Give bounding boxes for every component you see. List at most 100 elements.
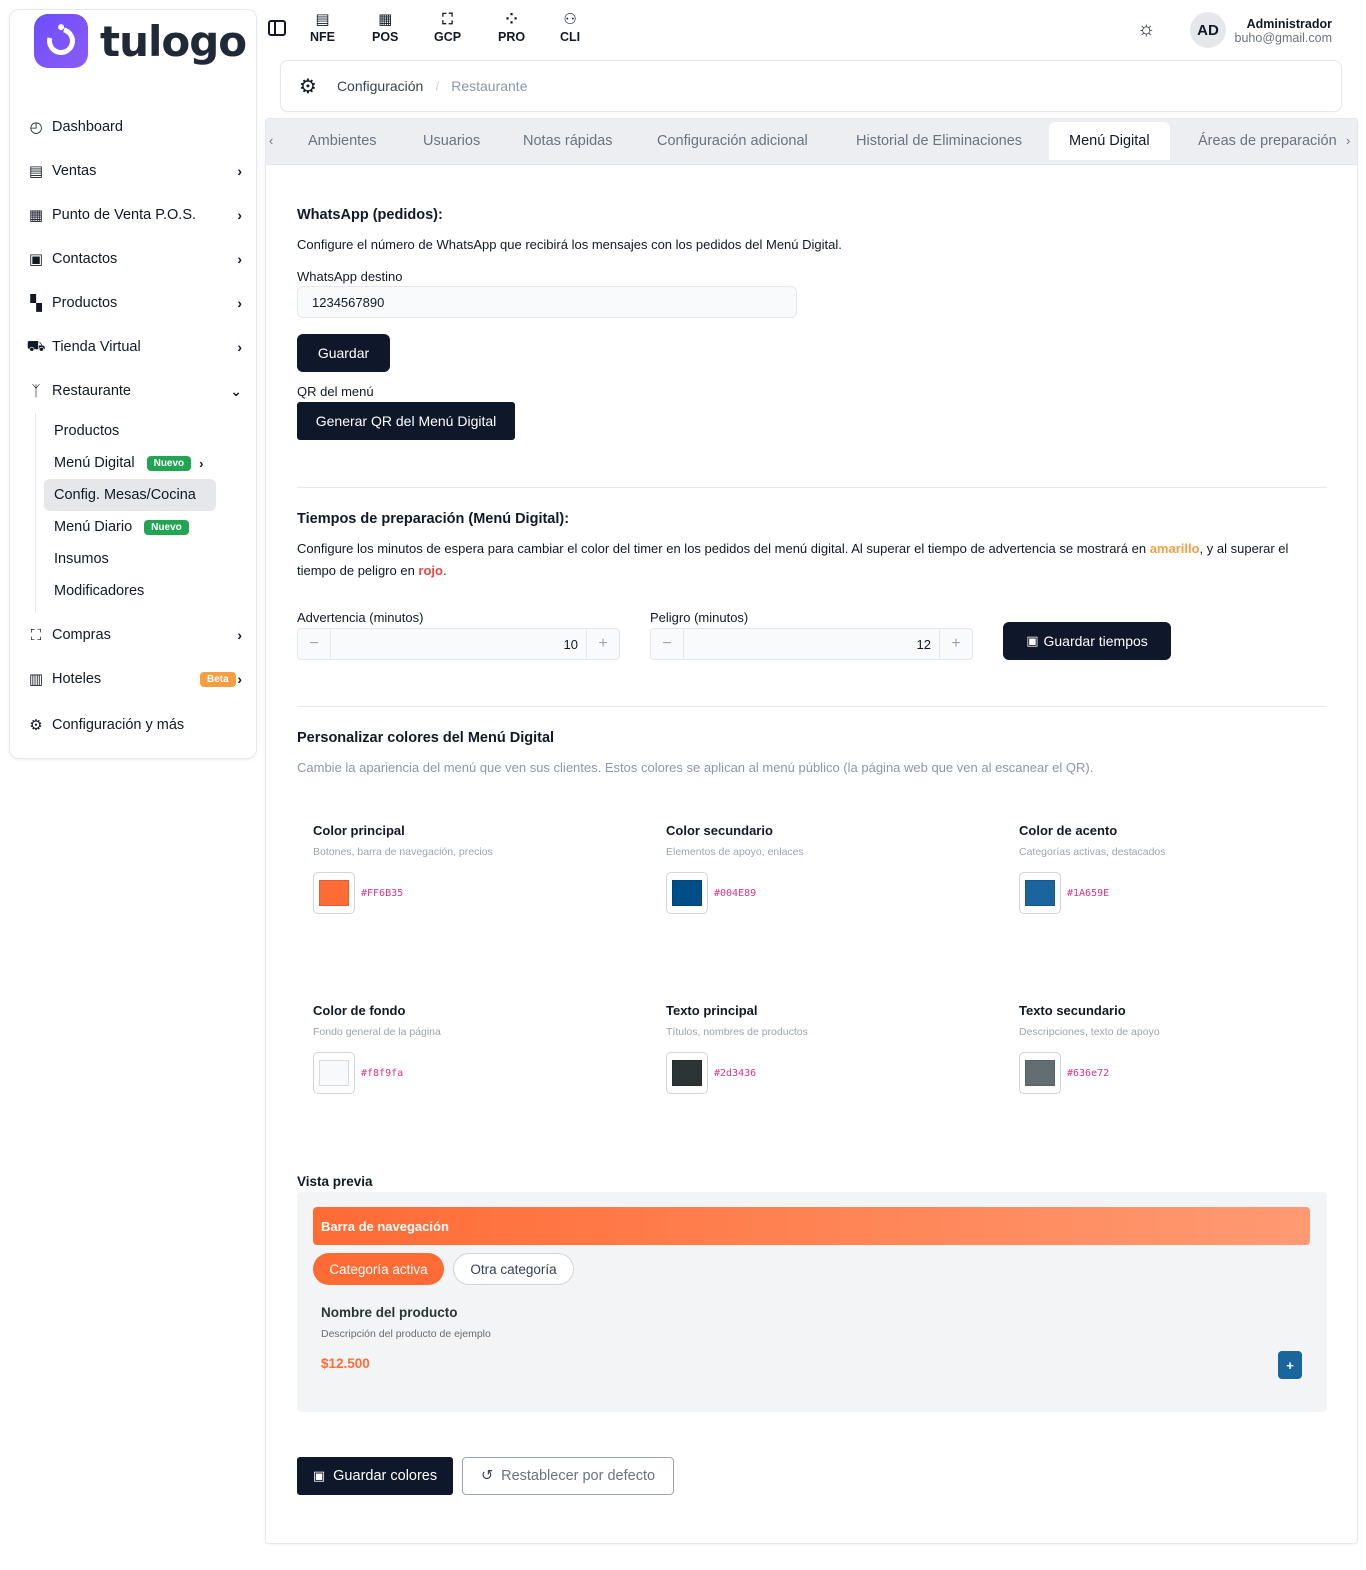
building-icon: ▥: [28, 671, 44, 688]
decrement-button[interactable]: −: [298, 629, 330, 659]
new-badge: Nuevo: [144, 519, 189, 535]
logo-icon: [34, 14, 88, 68]
reset-defaults-button[interactable]: ↺ Restablecer por defecto: [462, 1457, 674, 1495]
color-picker[interactable]: [313, 872, 355, 914]
topbar-link-nfe[interactable]: ▤ NFE: [310, 10, 335, 44]
user-name: Administrador: [1246, 17, 1332, 31]
logo[interactable]: tulogo: [34, 14, 247, 68]
gear-icon: ⚙: [29, 717, 43, 734]
chevron-right-icon: ›: [237, 339, 242, 355]
sidebar-subitem-menu-diario[interactable]: Menú Diario Nuevo: [44, 511, 216, 543]
new-badge: Nuevo: [146, 455, 192, 471]
peligro-input[interactable]: 12: [683, 629, 940, 659]
sidebar-item-tienda-virtual[interactable]: ⛟ Tienda Virtual ›: [10, 325, 256, 369]
sidebar-item-restaurante[interactable]: ᛉ Restaurante ⌄: [10, 369, 256, 413]
color-swatch: [672, 1060, 702, 1086]
color-picker[interactable]: [1019, 1052, 1061, 1094]
sidebar-subitem-config-mesas[interactable]: Config. Mesas/Cocina: [44, 479, 216, 511]
preview-product-desc: Descripción del producto de ejemplo: [321, 1328, 491, 1340]
sidebar-toggle-icon[interactable]: [268, 20, 286, 36]
sidebar-item-configuracion[interactable]: ⚙ Configuración y más: [10, 703, 256, 747]
sidebar-item-pos[interactable]: ▦ Punto de Venta P.O.S. ›: [10, 193, 256, 237]
chevron-right-icon[interactable]: ›: [1346, 133, 1350, 148]
color-desc: Descripciones, texto de apoyo: [1019, 1026, 1160, 1038]
color-picker[interactable]: [313, 1052, 355, 1094]
sidebar-subitem-productos[interactable]: Productos: [44, 415, 216, 447]
color-hex: #f8f9fa: [361, 1067, 404, 1079]
sidebar-item-contactos[interactable]: ▣ Contactos ›: [10, 237, 256, 281]
color-hex: #004E89: [714, 887, 757, 899]
colores-title: Personalizar colores del Menú Digital: [297, 730, 555, 746]
sidebar-nav: ◴ Dashboard ▤ Ventas › ▦ Punto de Venta …: [10, 105, 256, 747]
color-swatch: [319, 1060, 349, 1086]
color-fondo: Color de fondo Fondo general de la págin…: [313, 1003, 613, 1094]
grid-icon: ▚: [30, 295, 42, 312]
color-picker[interactable]: [1019, 872, 1061, 914]
color-swatch: [672, 880, 702, 906]
tab-historial-eliminaciones[interactable]: Historial de Eliminaciones: [836, 122, 1042, 160]
topbar-link-cli[interactable]: ⚇ CLI: [560, 10, 580, 44]
save-times-button[interactable]: ▣ Guardar tiempos: [1003, 622, 1171, 660]
button-label: Restablecer por defecto: [501, 1468, 656, 1484]
color-name: Color de fondo: [313, 1003, 406, 1018]
tab-configuracion-adicional[interactable]: Configuración adicional: [637, 122, 828, 160]
sidebar-item-dashboard[interactable]: ◴ Dashboard: [10, 105, 256, 149]
generate-qr-button[interactable]: Generar QR del Menú Digital: [297, 402, 515, 440]
topbar-link-gcp[interactable]: ⛶ GCP: [434, 10, 461, 44]
save-colors-button[interactable]: ▣ Guardar colores: [297, 1457, 453, 1495]
color-name: Color de acento: [1019, 823, 1118, 838]
chevron-left-icon[interactable]: ‹: [269, 133, 273, 148]
tab-areas-preparacion[interactable]: Áreas de preparación: [1178, 122, 1357, 160]
color-picker[interactable]: [666, 1052, 708, 1094]
tiempos-desc-part: .: [442, 563, 447, 578]
increment-button[interactable]: +: [587, 629, 619, 659]
color-picker[interactable]: [666, 872, 708, 914]
button-label: Guardar tiempos: [1043, 633, 1148, 649]
avatar[interactable]: AD: [1190, 12, 1226, 48]
grid-icon: ⁘: [505, 11, 518, 28]
sidebar-item-label: Productos: [52, 295, 118, 311]
color-desc: Categorías activas, destacados: [1019, 846, 1166, 858]
advertencia-input[interactable]: 10: [330, 629, 587, 659]
preview-product-name: Nombre del producto: [321, 1305, 458, 1320]
breadcrumb-item-restaurante: Restaurante: [451, 78, 528, 94]
sidebar-item-ventas[interactable]: ▤ Ventas ›: [10, 149, 256, 193]
sidebar-subitem-modificadores[interactable]: Modificadores: [44, 575, 216, 607]
amarillo-text: amarillo: [1149, 541, 1200, 556]
sidebar-item-productos[interactable]: ▚ Productos ›: [10, 281, 256, 325]
breadcrumb-item-configuracion[interactable]: Configuración: [337, 78, 423, 94]
undo-icon: ↺: [480, 1468, 494, 1484]
topbar-link-pro[interactable]: ⁘ PRO: [498, 10, 525, 44]
preview-other-category: Otra categoría: [453, 1253, 574, 1285]
texto-principal: Texto principal Títulos, nombres de prod…: [666, 1003, 966, 1094]
sidebar-item-label: Ventas: [52, 163, 97, 179]
whatsapp-input[interactable]: 1234567890: [297, 286, 797, 318]
sidebar-item-compras[interactable]: ⛶ Compras ›: [10, 613, 256, 657]
color-swatch: [319, 880, 349, 906]
color-name: Texto principal: [666, 1003, 758, 1018]
subitem-label: Productos: [54, 423, 120, 439]
tab-usuarios[interactable]: Usuarios: [403, 122, 500, 160]
sidebar-item-label: Configuración y más: [52, 717, 185, 733]
sidebar-subitem-insumos[interactable]: Insumos: [44, 543, 216, 575]
decrement-button[interactable]: −: [651, 629, 683, 659]
save-whatsapp-button[interactable]: Guardar: [297, 334, 390, 372]
subitem-label: Menú Digital: [54, 455, 135, 471]
tab-menu-digital[interactable]: Menú Digital: [1049, 122, 1170, 160]
color-name: Texto secundario: [1019, 1003, 1126, 1018]
color-principal: Color principal Botones, barra de navega…: [313, 823, 613, 914]
tab-notas-rapidas[interactable]: Notas rápidas: [503, 122, 632, 160]
whatsapp-field-label: WhatsApp destino: [297, 269, 403, 284]
sidebar-subitem-menu-digital[interactable]: Menú Digital Nuevo ›: [44, 447, 216, 479]
button-label: Guardar colores: [333, 1468, 438, 1484]
beta-badge: Beta: [200, 671, 236, 687]
increment-button[interactable]: +: [940, 629, 972, 659]
sidebar-item-hoteles[interactable]: ▥ Hoteles Beta ›: [10, 657, 256, 701]
advertencia-stepper: − 10 +: [297, 628, 620, 660]
topbar-link-pos[interactable]: ▦ POS: [372, 10, 398, 44]
save-icon: ▣: [1026, 633, 1039, 648]
chevron-right-icon: ›: [237, 671, 242, 687]
sun-icon[interactable]: ☼: [1137, 18, 1155, 41]
tab-ambientes[interactable]: Ambientes: [288, 122, 397, 160]
sidebar-item-label: Dashboard: [52, 119, 123, 135]
